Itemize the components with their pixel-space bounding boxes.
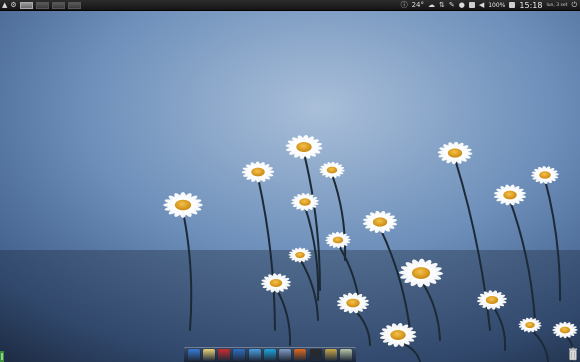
ubuntu-one-icon[interactable]	[218, 349, 231, 361]
desktop-pager-3[interactable]	[51, 1, 65, 9]
dock-launcher-icon[interactable]	[233, 349, 246, 361]
notes-icon[interactable]	[202, 349, 215, 361]
daisy-flower	[288, 247, 312, 263]
firefox-icon[interactable]	[294, 349, 307, 361]
device-manager-icon[interactable]	[279, 349, 292, 361]
clock-date[interactable]: lun, 3 set	[546, 3, 567, 8]
show-desktop-icon[interactable]	[0, 351, 4, 362]
battery-icon[interactable]	[509, 2, 516, 8]
battery-level[interactable]: 100%	[488, 2, 505, 9]
mail-icon[interactable]	[468, 2, 475, 8]
desktop-pager-1[interactable]	[19, 1, 33, 9]
weather-temp[interactable]: 24°	[412, 0, 424, 10]
widget-tools-icon[interactable]: ⚙	[10, 0, 16, 10]
notes-icon[interactable]: ✎	[449, 0, 455, 10]
top-panel: ▲ ⚙ ⓘ 24° ☁ ⇅ ✎ ● ◀ 100% 15:18 lun, 3 se…	[0, 0, 580, 11]
web-browser-icon[interactable]	[248, 349, 261, 361]
dock	[184, 347, 356, 362]
desktop-wallpaper	[0, 0, 580, 362]
trash-icon[interactable]	[568, 347, 578, 361]
image-viewer-icon[interactable]	[340, 349, 353, 361]
skype-icon[interactable]	[263, 349, 276, 361]
volume-icon[interactable]: ◀	[479, 0, 484, 10]
text-editor-icon[interactable]	[325, 349, 338, 361]
clock-time[interactable]: 15:18	[519, 1, 542, 10]
app-menu-icon[interactable]: ▲	[2, 0, 7, 10]
chat-icon[interactable]: ●	[459, 0, 465, 10]
panel-right: ⓘ 24° ☁ ⇅ ✎ ● ◀ 100% 15:18 lun, 3 set ⏻	[401, 0, 580, 10]
desktop-pager-2[interactable]	[35, 1, 49, 9]
system-settings-icon[interactable]	[187, 349, 200, 361]
weather-icon[interactable]: ☁	[428, 0, 435, 10]
desktop-pager-4[interactable]	[67, 1, 81, 9]
daisy-flower	[163, 192, 203, 218]
panel-left: ▲ ⚙	[0, 0, 81, 10]
terminal-icon[interactable]	[309, 349, 322, 361]
network-icon[interactable]: ⇅	[439, 0, 445, 10]
power-icon[interactable]: ⏻	[571, 0, 577, 10]
daisy-flower	[241, 161, 275, 183]
info-icon[interactable]: ⓘ	[401, 0, 408, 10]
daisy-flower	[552, 321, 578, 339]
